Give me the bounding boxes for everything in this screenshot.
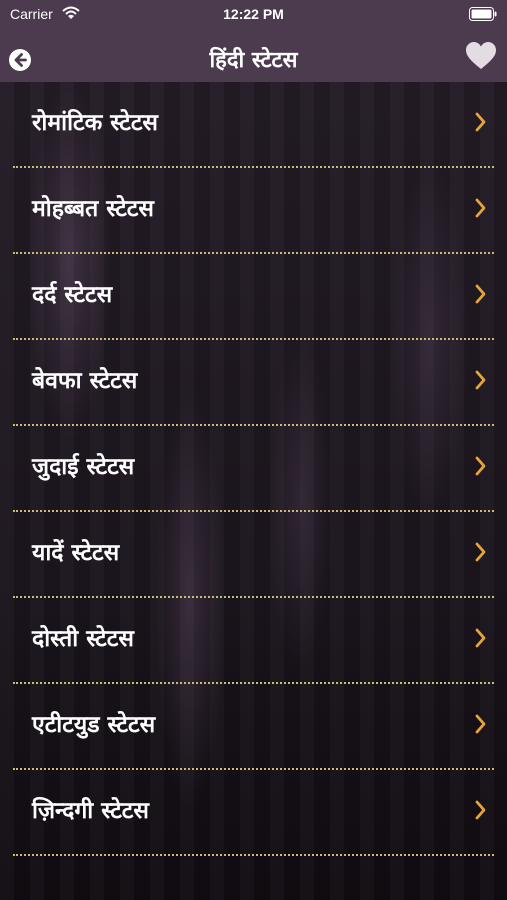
list-item[interactable]: जुदाई स्टेटस [13, 426, 494, 512]
list-item[interactable]: मोहब्बत स्टेटस [13, 168, 494, 254]
list-item[interactable]: यादें स्टेटस [13, 512, 494, 598]
chevron-right-icon [475, 198, 486, 218]
list-item-label: यादें स्टेटस [32, 540, 120, 566]
navigation-bar: हिंदी स्टेटस [0, 28, 507, 82]
list-item[interactable]: ज़िन्दगी स्टेटस [13, 770, 494, 856]
favorite-button[interactable] [465, 41, 497, 71]
battery-icon [469, 7, 497, 21]
list-item-label: ज़िन्दगी स्टेटस [32, 798, 149, 824]
list-item[interactable]: एटीटयुड स्टेटस [13, 684, 494, 770]
list-item-label: बेवफा स्टेटस [32, 368, 138, 394]
status-bar: Carrier 12:22 PM [0, 0, 507, 28]
list-item-label: मोहब्बत स्टेटस [32, 196, 154, 222]
back-arrow-circle-icon [9, 49, 31, 71]
status-category-list-container: रोमांटिक स्टेटस मोहब्बत स्टेटस दर्द स्टेटस… [0, 82, 507, 900]
status-category-list: रोमांटिक स्टेटस मोहब्बत स्टेटस दर्द स्टेटस… [0, 82, 507, 856]
chevron-right-icon [475, 370, 486, 390]
chevron-right-icon [475, 800, 486, 820]
chevron-right-icon [475, 456, 486, 476]
list-item-label: दर्द स्टेटस [32, 282, 113, 308]
heart-icon [466, 42, 496, 69]
list-item-label: एटीटयुड स्टेटस [32, 712, 156, 738]
chevron-right-icon [475, 628, 486, 648]
list-item[interactable]: दर्द स्टेटस [13, 254, 494, 340]
chevron-right-icon [475, 714, 486, 734]
list-item[interactable]: दोस्ती स्टेटस [13, 598, 494, 684]
back-button[interactable] [8, 48, 32, 72]
chevron-right-icon [475, 112, 486, 132]
list-item[interactable]: रोमांटिक स्टेटस [13, 82, 494, 168]
list-item-label: रोमांटिक स्टेटस [32, 110, 158, 136]
page-title: हिंदी स्टेटस [209, 48, 298, 73]
list-item[interactable]: बेवफा स्टेटस [13, 340, 494, 426]
list-item-label: दोस्ती स्टेटस [32, 626, 134, 652]
list-item-label: जुदाई स्टेटस [32, 454, 135, 480]
chevron-right-icon [475, 542, 486, 562]
chevron-right-icon [475, 284, 486, 304]
status-time: 12:22 PM [223, 6, 284, 22]
